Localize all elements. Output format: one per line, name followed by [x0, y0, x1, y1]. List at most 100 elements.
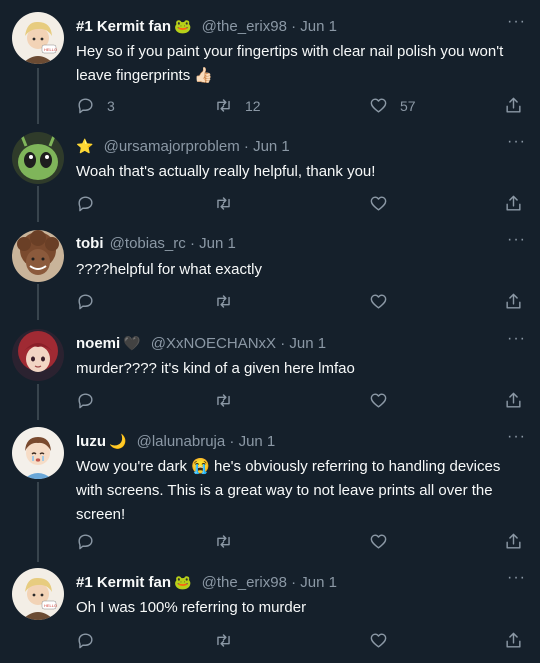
tweet-date[interactable]: Jun 1 — [239, 433, 276, 450]
share-button[interactable] — [504, 532, 523, 551]
share-icon — [506, 392, 521, 408]
user-handle[interactable]: @the_erix98 — [202, 18, 287, 35]
avatar[interactable] — [12, 427, 64, 479]
avatar[interactable]: HELLO — [12, 568, 64, 620]
tweet[interactable]: HELLO #1 Kermit fan 🐸 @the_erix98 · Jun 1… — [0, 12, 540, 124]
tweet-text: Oh I was 100% referring to murder — [76, 599, 307, 616]
like-button[interactable]: 57 — [369, 96, 416, 115]
display-name[interactable]: luzu — [76, 433, 106, 450]
black-heart-emoji: 🖤 — [123, 335, 141, 351]
reply-button[interactable] — [76, 194, 95, 213]
share-button[interactable] — [504, 96, 523, 115]
curly-hair-avatar-icon — [12, 230, 64, 282]
retweet-button[interactable] — [214, 391, 233, 410]
retweet-button[interactable] — [214, 532, 233, 551]
reply-button[interactable] — [76, 532, 95, 551]
like-button[interactable] — [369, 631, 388, 650]
share-button[interactable] — [504, 391, 523, 410]
display-name[interactable]: #1 Kermit fan — [76, 574, 171, 591]
like-button[interactable] — [369, 194, 388, 213]
tweet[interactable]: ⭐ @ursamajorproblem · Jun 1 ··· Woah tha… — [0, 132, 540, 222]
blonde-person-avatar-icon: HELLO — [12, 568, 64, 620]
user-handle[interactable]: @XxNOECHANxX — [151, 335, 276, 352]
share-icon — [506, 533, 521, 549]
avatar[interactable] — [12, 329, 64, 381]
tweet-text: Hey so if you paint your fingertips with… — [76, 43, 504, 84]
svg-text:HELLO: HELLO — [44, 47, 57, 52]
tweet[interactable]: luzu 🌙 @lalunabruja · Jun 1 ··· Wow you'r… — [0, 427, 540, 561]
tweet-header: tobi @tobias_rc · Jun 1 — [76, 234, 500, 254]
like-button[interactable] — [369, 391, 388, 410]
tweet-actions — [76, 631, 522, 653]
tweet-text: murder???? it's kind of a given here lmf… — [76, 360, 355, 377]
retweet-icon — [217, 535, 230, 548]
display-name[interactable]: #1 Kermit fan — [76, 18, 171, 35]
green-alien-avatar-icon — [12, 132, 64, 184]
tweet-date[interactable]: Jun 1 — [289, 335, 326, 352]
retweet-button[interactable] — [214, 292, 233, 311]
user-handle[interactable]: @lalunabruja — [137, 433, 226, 450]
more-options-icon[interactable]: ··· — [507, 570, 526, 586]
red-hair-avatar-icon — [12, 329, 64, 381]
user-handle[interactable]: @tobias_rc — [110, 235, 186, 252]
share-button[interactable] — [504, 194, 523, 213]
tweet[interactable]: HELLO #1 Kermit fan 🐸 @the_erix98 · Jun 1… — [0, 568, 540, 658]
retweet-button[interactable] — [214, 631, 233, 650]
heart-icon — [370, 633, 387, 648]
retweet-button[interactable]: 12 — [214, 96, 261, 115]
retweet-icon — [217, 197, 230, 210]
reply-button[interactable] — [76, 292, 95, 311]
separator: · — [291, 574, 297, 591]
tweet-date[interactable]: Jun 1 — [300, 18, 337, 35]
retweet-icon — [217, 394, 230, 407]
like-count: 57 — [400, 97, 416, 114]
reply-icon — [78, 98, 93, 114]
avatar[interactable] — [12, 230, 64, 282]
more-options-icon[interactable]: ··· — [507, 14, 526, 30]
separator: · — [189, 235, 195, 252]
tweet[interactable]: tobi @tobias_rc · Jun 1 ··· ????helpful … — [0, 230, 540, 320]
tweet[interactable]: noemi 🖤 @XxNOECHANxX · Jun 1 ··· murder??… — [0, 329, 540, 419]
separator: · — [291, 18, 297, 35]
tweet-header: ⭐ @ursamajorproblem · Jun 1 — [76, 136, 500, 157]
display-name[interactable]: tobi — [76, 235, 104, 252]
display-name[interactable]: noemi — [76, 335, 120, 352]
retweet-icon — [217, 99, 230, 112]
share-button[interactable] — [504, 292, 523, 311]
avatar[interactable] — [12, 132, 64, 184]
share-icon — [506, 632, 521, 648]
tweet-date[interactable]: Jun 1 — [300, 574, 337, 591]
reply-icon — [78, 393, 93, 409]
tweet-header: #1 Kermit fan 🐸 @the_erix98 · Jun 1 — [76, 16, 500, 37]
more-options-icon[interactable]: ··· — [507, 134, 526, 150]
like-button[interactable] — [369, 532, 388, 551]
user-handle[interactable]: @ursamajorproblem — [104, 138, 240, 155]
reply-button[interactable] — [76, 391, 95, 410]
heart-icon — [370, 294, 387, 309]
tweet-header: #1 Kermit fan 🐸 @the_erix98 · Jun 1 — [76, 572, 500, 593]
tweet-date[interactable]: Jun 1 — [199, 235, 236, 252]
tweet-header: noemi 🖤 @XxNOECHANxX · Jun 1 — [76, 333, 500, 354]
tweet-actions — [76, 194, 522, 216]
more-options-icon[interactable]: ··· — [507, 232, 526, 248]
share-button[interactable] — [504, 631, 523, 650]
user-handle[interactable]: @the_erix98 — [202, 574, 287, 591]
reply-button[interactable] — [76, 631, 95, 650]
avatar[interactable]: HELLO — [12, 12, 64, 64]
tweet-text: ????helpful for what exactly — [76, 261, 262, 278]
tweet-actions: 3 12 57 — [76, 96, 522, 118]
retweet-button[interactable] — [214, 194, 233, 213]
like-button[interactable] — [369, 292, 388, 311]
reply-button[interactable]: 3 — [76, 96, 115, 115]
share-icon — [506, 195, 521, 211]
reply-icon — [78, 633, 93, 649]
tweet-date[interactable]: Jun 1 — [253, 138, 290, 155]
heart-icon — [370, 98, 387, 113]
more-options-icon[interactable]: ··· — [507, 429, 526, 445]
separator: · — [243, 138, 249, 155]
tweet-text: Woah that's actually really helpful, tha… — [76, 163, 376, 180]
reply-count: 3 — [107, 97, 115, 114]
retweet-icon — [217, 634, 230, 647]
crying-kid-avatar-icon — [12, 427, 64, 479]
more-options-icon[interactable]: ··· — [507, 331, 526, 347]
